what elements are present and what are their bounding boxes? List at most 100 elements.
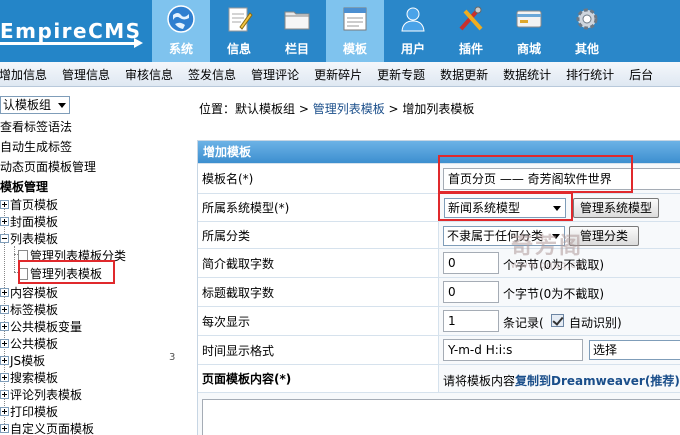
chevron-down-icon [552, 234, 560, 239]
copy-to-dreamweaver-link[interactable]: 复制到Dreamweaver(推荐) [515, 374, 680, 388]
add-template-form: 增加模板 模板名(*) 首页分页 —— 奇芳阁软件世界 所属系统模型(*) 新闻… [197, 140, 680, 435]
template-group-select[interactable]: 认模板组 [0, 96, 70, 114]
main-nav-label: 用户 [400, 42, 425, 56]
main-nav-user[interactable]: 用户 [384, 0, 442, 62]
logo-underline [0, 42, 136, 45]
tree-item-label: 首页模板 [10, 198, 59, 212]
tools-icon [459, 6, 483, 31]
template-content-textarea[interactable] [202, 399, 680, 435]
subnav-update-fragments[interactable]: 更新碎片 [314, 66, 362, 83]
subnav-backend[interactable]: 后台 [629, 66, 653, 83]
top-banner: EmpireCMS 系统 信息 栏目 模板 用户 插件 商城 其他 [0, 0, 680, 62]
expand-icon [0, 322, 9, 331]
main-content: 位置：默认模板组 > 管理列表模板 > 增加列表模板 增加模板 模板名(*) 首… [177, 88, 680, 435]
subnav-review-info[interactable]: 审核信息 [125, 66, 173, 83]
subnav-update-topics[interactable]: 更新专题 [377, 66, 425, 83]
auto-detect-checkbox[interactable] [551, 314, 564, 327]
expand-icon [0, 339, 9, 348]
subnav-data-update[interactable]: 数据更新 [440, 66, 488, 83]
tree-item-label: 封面模板 [10, 215, 59, 229]
row-category: 所属分类 不隶属于任何分类 管理分类 [198, 221, 680, 248]
template-content-label: 页面模板内容(*) [198, 365, 438, 392]
intro-cut-label: 简介截取字数 [198, 249, 438, 277]
highlight-box [18, 260, 115, 284]
sidebar-link-dynamic-template[interactable]: 动态页面模板管理 [0, 158, 96, 175]
template-name-label: 模板名(*) [198, 164, 438, 193]
tree-item-comment-list-template[interactable]: 评论列表模板 [0, 386, 82, 403]
manage-system-model-button[interactable]: 管理系统模型 [573, 198, 659, 218]
main-nav-column[interactable]: 栏目 [268, 0, 326, 62]
row-value-cell: 0 个字节(0为不截取) [438, 278, 680, 306]
tree-item-label: JS模板 [10, 354, 46, 368]
expand-icon [0, 390, 9, 399]
tree-item-print-template[interactable]: 打印模板 [0, 403, 58, 420]
tree-item-content-template[interactable]: 内容模板 [0, 284, 58, 301]
notepad-pencil-icon [228, 7, 253, 32]
time-format-input[interactable]: Y-m-d H:i:s [443, 339, 583, 361]
main-nav-template[interactable]: 模板 [326, 0, 384, 62]
tree-item-label: 内容模板 [10, 286, 59, 300]
frame-splitter-toggle[interactable]: 3 [169, 352, 175, 363]
tree-item-label: 公共模板 [10, 337, 59, 351]
category-select[interactable]: 不隶属于任何分类 [443, 226, 565, 246]
row-template-content: 页面模板内容(*) 请将模板内容复制到Dreamweaver(推荐)或 [198, 364, 680, 392]
main-nav-label: 栏目 [284, 42, 309, 56]
tree-item-tag-template[interactable]: 标签模板 [0, 301, 58, 318]
breadcrumb-item-template-group[interactable]: 默认模板组 [235, 102, 295, 116]
subnav-issue-info[interactable]: 签发信息 [188, 66, 236, 83]
tree-line [14, 246, 15, 272]
subnav-ranking-stats[interactable]: 排行统计 [566, 66, 614, 83]
tree-item-js-template[interactable]: JS模板 [0, 352, 45, 369]
main-nav-shop[interactable]: 商城 [500, 0, 558, 62]
time-format-label: 时间显示格式 [198, 336, 438, 364]
title-cut-hint: 个字节(0为不截取) [503, 287, 604, 301]
time-format-select[interactable]: 选择 [589, 340, 680, 360]
category-value: 不隶属于任何分类 [447, 229, 544, 243]
expand-icon [0, 407, 9, 416]
sidebar-link-tag-syntax[interactable]: 查看标签语法 [0, 118, 72, 135]
user-icon [401, 7, 425, 32]
sidebar-link-auto-tag[interactable]: 自动生成标签 [0, 138, 72, 155]
main-nav-system[interactable]: 系统 [152, 0, 210, 62]
row-value-cell: 不隶属于任何分类 管理分类 [438, 222, 680, 248]
main-nav-label: 插件 [458, 42, 483, 56]
expand-icon [0, 217, 9, 226]
subnav-manage-info[interactable]: 管理信息 [62, 66, 110, 83]
subnav-manage-comments[interactable]: 管理评论 [251, 66, 299, 83]
highlight-box [438, 155, 633, 193]
row-value-cell: 1 条记录( 自动识别) [438, 307, 680, 335]
breadcrumb-prefix: 位置： [199, 102, 236, 116]
intro-cut-input[interactable]: 0 [443, 252, 499, 274]
intro-cut-hint: 个字节(0为不截取) [503, 258, 604, 272]
expand-icon [0, 373, 9, 382]
main-nav-label: 模板 [342, 42, 367, 56]
auto-detect-label: 自动识别) [569, 316, 622, 330]
tree-item-custom-page-template[interactable]: 自定义页面模板 [0, 420, 94, 435]
breadcrumb-item-manage-list[interactable]: 管理列表模板 [313, 102, 385, 116]
tree-item-search-template[interactable]: 搜索模板 [0, 369, 58, 386]
title-cut-input[interactable]: 0 [443, 281, 499, 303]
per-page-unit: 条记录( [503, 316, 544, 330]
tree-item-list-template[interactable]: 列表模板 [0, 230, 58, 247]
main-nav-plugin[interactable]: 插件 [442, 0, 500, 62]
tree-item-public-vars[interactable]: 公共模板变量 [0, 318, 82, 335]
per-page-label: 每次显示 [198, 307, 438, 335]
row-per-page: 每次显示 1 条记录( 自动识别) [198, 306, 680, 335]
main-nav-info[interactable]: 信息 [210, 0, 268, 62]
tree-item-index-template[interactable]: 首页模板 [0, 196, 58, 213]
template-window-icon [343, 7, 367, 31]
tree-item-cover-template[interactable]: 封面模板 [0, 213, 58, 230]
subnav-add-info[interactable]: 增加信息 [0, 66, 47, 83]
empirecms-logo[interactable]: EmpireCMS [0, 0, 152, 62]
tree-item-public-template[interactable]: 公共模板 [0, 335, 58, 352]
breadcrumb-sep: > [295, 102, 313, 116]
tree-item-label: 标签模板 [10, 303, 59, 317]
main-nav-label: 系统 [168, 42, 193, 56]
manage-category-button[interactable]: 管理分类 [569, 226, 639, 246]
tree-item-label: 公共模板变量 [10, 320, 83, 334]
per-page-input[interactable]: 1 [443, 310, 499, 332]
expand-icon [0, 288, 9, 297]
main-nav-other[interactable]: 其他 [558, 0, 616, 62]
sidebar: 认模板组 查看标签语法 自动生成标签 动态页面模板管理 模板管理 首页模板 封面… [0, 88, 168, 435]
subnav-data-stats[interactable]: 数据统计 [503, 66, 551, 83]
